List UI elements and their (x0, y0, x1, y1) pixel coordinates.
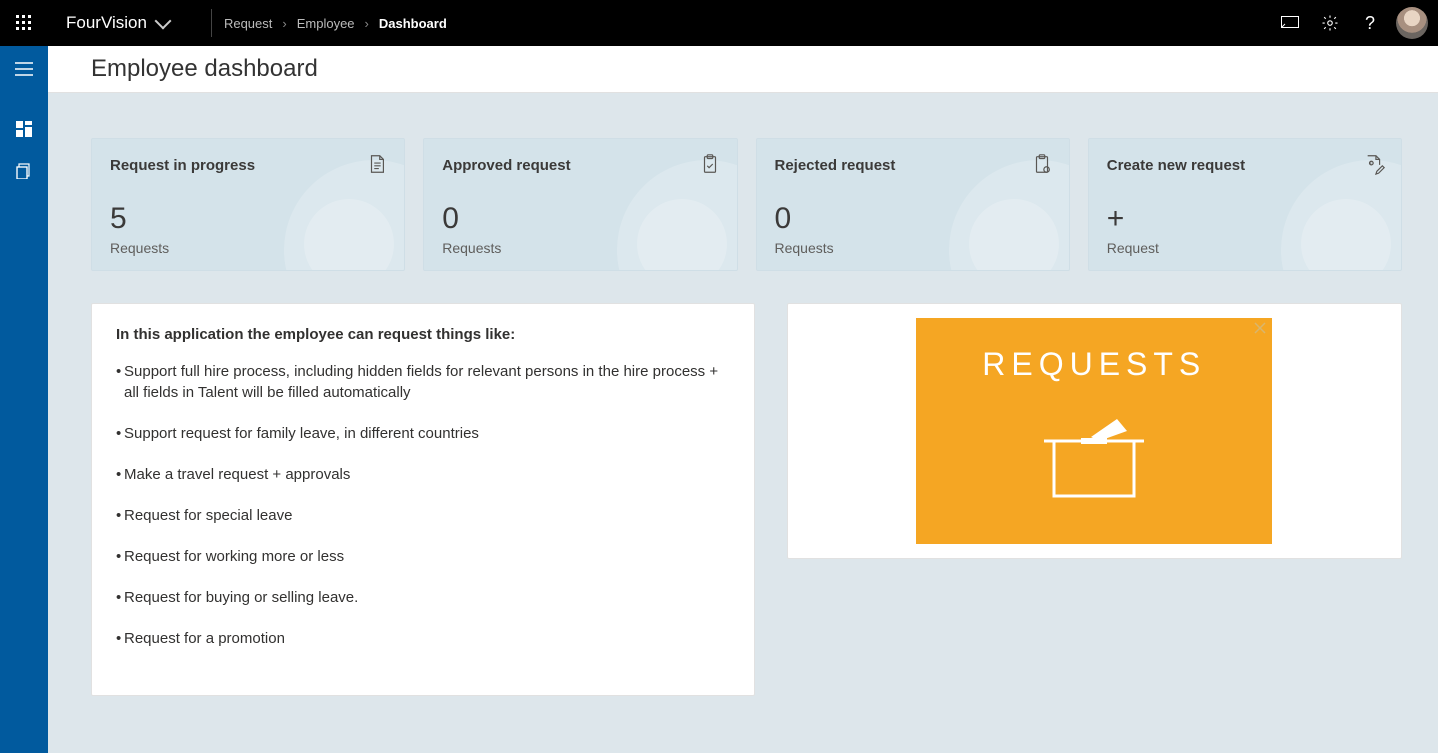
card-create-new-request[interactable]: Create new request $ + Request (1088, 138, 1402, 271)
info-item: Request for special leave (116, 505, 730, 526)
info-item: Request for buying or selling leave. (116, 587, 730, 608)
breadcrumb-request[interactable]: Request (220, 12, 276, 35)
message-icon (1281, 16, 1299, 30)
page-header: Employee dashboard (48, 46, 1438, 93)
messages-button[interactable] (1270, 0, 1310, 46)
help-icon: ? (1365, 13, 1375, 34)
card-request-in-progress[interactable]: Request in progress 5 Requests (91, 138, 405, 271)
nav-hamburger-button[interactable] (0, 48, 48, 90)
tiles-icon (16, 121, 32, 137)
page: Employee dashboard Request in progress 5… (48, 46, 1438, 753)
document-edit-icon: $ (1363, 153, 1387, 177)
clipboard-check-icon (699, 153, 723, 177)
breadcrumb-sep: › (282, 16, 286, 31)
settings-button[interactable] (1310, 0, 1350, 46)
close-icon[interactable] (1254, 322, 1268, 336)
card-approved-request[interactable]: Approved request 0 Requests (423, 138, 737, 271)
info-intro: In this application the employee can req… (116, 326, 730, 343)
nav-documents-button[interactable] (0, 150, 48, 192)
info-item: Support full hire process, including hid… (116, 361, 730, 403)
app-launcher-button[interactable] (0, 0, 48, 46)
brand-name[interactable]: FourVision (66, 13, 147, 33)
ballot-box-icon (1039, 401, 1149, 501)
card-rejected-request[interactable]: Rejected request 0 Requests (756, 138, 1070, 271)
info-item: Support request for family leave, in dif… (116, 423, 730, 444)
breadcrumb: Request › Employee › Dashboard (220, 12, 451, 35)
svg-text:$: $ (1370, 162, 1372, 166)
user-avatar[interactable] (1396, 7, 1428, 39)
separator (211, 9, 212, 37)
requests-promo-image: REQUESTS (916, 318, 1272, 544)
summary-cards-row: Request in progress 5 Requests Approved … (91, 138, 1402, 271)
info-list: Support full hire process, including hid… (116, 361, 730, 649)
hamburger-icon (15, 62, 33, 76)
page-content: Request in progress 5 Requests Approved … (48, 93, 1438, 720)
waffle-icon (16, 15, 32, 31)
info-item: Make a travel request + approvals (116, 464, 730, 485)
document-icon (366, 153, 390, 177)
info-panel: In this application the employee can req… (91, 303, 755, 696)
breadcrumb-employee[interactable]: Employee (293, 12, 359, 35)
brand-dropdown-icon[interactable] (154, 13, 171, 30)
left-nav (0, 46, 48, 753)
promo-panel: REQUESTS (787, 303, 1403, 559)
clipboard-x-icon (1031, 153, 1055, 177)
info-item: Request for working more or less (116, 546, 730, 567)
nav-dashboard-button[interactable] (0, 108, 48, 150)
page-title: Employee dashboard (91, 55, 318, 83)
promo-label: REQUESTS (982, 346, 1206, 383)
gear-icon (1321, 14, 1339, 32)
info-item: Request for a promotion (116, 628, 730, 649)
top-bar: FourVision Request › Employee › Dashboar… (0, 0, 1438, 46)
documents-icon (16, 163, 32, 179)
lower-panels: In this application the employee can req… (91, 303, 1402, 696)
breadcrumb-dashboard[interactable]: Dashboard (375, 12, 451, 35)
help-button[interactable]: ? (1350, 0, 1390, 46)
breadcrumb-sep: › (365, 16, 369, 31)
